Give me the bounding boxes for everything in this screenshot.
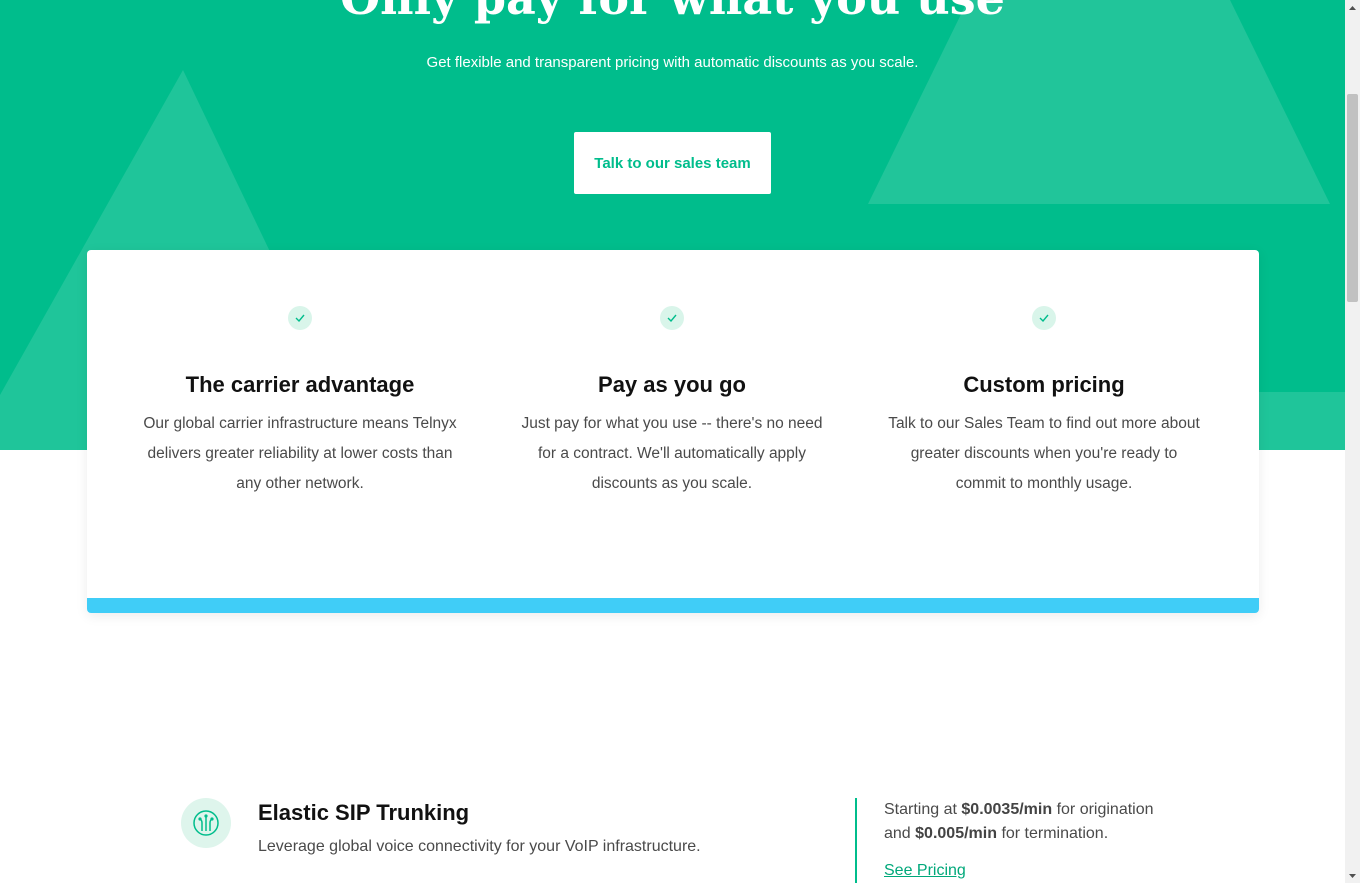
termination-suffix: for termination. [1001,825,1109,842]
check-icon [1032,306,1056,330]
product-row-sip-trunking: Elastic SIP Trunking Leverage global voi… [0,780,1345,883]
feature-title: Custom pricing [963,372,1125,397]
product-title: Elastic SIP Trunking [258,800,470,825]
feature-title: Pay as you go [598,372,746,397]
feature-pay-as-you-go: Pay as you go Just pay for what you use … [512,306,832,499]
scrollbar-thumb[interactable] [1347,94,1358,302]
features-card: The carrier advantage Our global carrier… [87,250,1259,613]
product-divider [855,798,857,883]
feature-text: Talk to our Sales Team to find out more … [888,415,1200,492]
scroll-up-arrow-icon[interactable] [1345,0,1360,15]
check-icon [288,306,312,330]
origination-price: $0.0035/min [961,801,1053,818]
product-price-text: Starting at $0.0035/min for origination … [884,798,1184,846]
price-prefix: Starting at [884,801,957,818]
scroll-down-arrow-icon[interactable] [1345,868,1360,883]
price-and: and [884,825,911,842]
see-pricing-link[interactable]: See Pricing [884,860,966,882]
sip-trunking-icon [181,798,231,848]
feature-carrier-advantage: The carrier advantage Our global carrier… [140,306,460,499]
feature-custom-pricing: Custom pricing Talk to our Sales Team to… [884,306,1204,499]
talk-to-sales-button[interactable]: Talk to our sales team [574,132,771,194]
page-title: Only pay for what you use [0,0,1345,26]
hero-subtitle: Get flexible and transparent pricing wit… [426,54,919,71]
termination-price: $0.005/min [915,825,997,842]
product-description: Leverage global voice connectivity for y… [258,838,701,855]
origination-suffix: for origination [1056,801,1154,818]
feature-text: Just pay for what you use -- there's no … [521,415,823,492]
page-scrollbar[interactable] [1345,0,1360,883]
feature-title: The carrier advantage [185,372,415,397]
feature-text: Our global carrier infrastructure means … [143,415,457,492]
card-accent-bar [87,598,1259,613]
check-icon [660,306,684,330]
